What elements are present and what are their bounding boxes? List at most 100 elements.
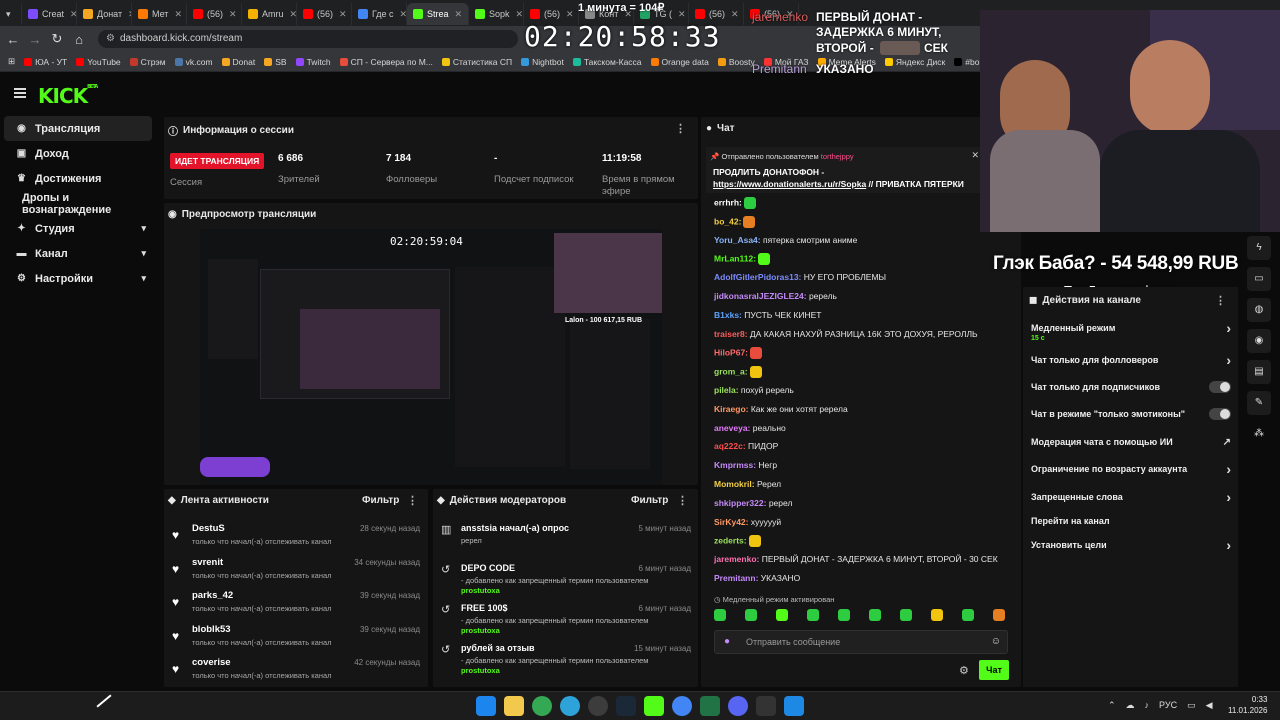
external-link-icon[interactable]: ↗ [1223, 437, 1231, 448]
apps-icon[interactable]: ⊞ [8, 56, 15, 67]
tray-chevron-icon[interactable]: ⌃ [1108, 700, 1116, 711]
capcut-icon[interactable] [756, 696, 776, 716]
close-tab-icon[interactable]: ✕ [70, 9, 76, 20]
toggle-switch[interactable] [1209, 408, 1231, 420]
channel-action-item[interactable]: Медленный режим 15 с › [1031, 320, 1231, 342]
channel-action-item[interactable]: Чат только для подписчиков [1031, 381, 1231, 393]
mod-action-user[interactable]: prostutoxa [461, 626, 500, 635]
bookmark-item[interactable]: YouTube [76, 57, 121, 67]
sidebar-item[interactable]: ◉ Трансляция [4, 116, 152, 141]
emote-icon[interactable] [900, 609, 912, 621]
browser-tab[interactable]: Донат✕ [77, 3, 132, 25]
close-tab-icon[interactable]: ✕ [174, 9, 182, 20]
bookmark-item[interactable]: Стрэм [129, 57, 166, 67]
toggle-switch[interactable] [1209, 381, 1231, 393]
explorer-icon[interactable] [504, 696, 524, 716]
chat-username[interactable]: B1xks: [714, 310, 742, 320]
layout-icon[interactable]: ▤ [1247, 360, 1271, 384]
bookmark-item[interactable]: Boosty [717, 57, 755, 67]
home-icon[interactable]: ⌂ [68, 32, 90, 47]
bookmark-item[interactable]: vk.com [174, 57, 213, 67]
lightning-icon[interactable]: ϟ [1247, 236, 1271, 260]
broadcast-icon[interactable]: ◉ [1247, 329, 1271, 353]
chat-username[interactable]: aq222c: [714, 441, 746, 451]
emote-icon[interactable] [962, 609, 974, 621]
chat-username[interactable]: bo_42: [714, 216, 741, 226]
browser-tab[interactable]: Strea ✕ [407, 3, 469, 25]
activity-more-icon[interactable]: ⋮ [407, 494, 418, 507]
speaker-icon[interactable]: ◀ [1206, 700, 1213, 711]
channel-action-item[interactable]: Чат только для фолловеров › [1031, 352, 1231, 368]
monitor-icon[interactable]: ▭ [1187, 700, 1196, 711]
close-tab-icon[interactable]: ✕ [566, 9, 574, 20]
chat-settings-icon[interactable]: ⚙ [959, 664, 969, 677]
close-tab-icon[interactable]: ✕ [516, 9, 523, 20]
tab-list-button[interactable]: ▾ [0, 3, 22, 25]
emote-icon[interactable] [931, 609, 943, 621]
site-info-icon[interactable]: ⚙ [106, 30, 115, 48]
chat-bubble-icon[interactable]: ◍ [1247, 298, 1271, 322]
emote-icon[interactable] [993, 609, 1005, 621]
chevron-down-icon[interactable]: ▾ [141, 223, 146, 234]
browser-tab[interactable]: (56) ✕ [297, 3, 352, 25]
activity-username[interactable]: DestuS [192, 523, 225, 534]
close-tab-icon[interactable]: ✕ [678, 9, 686, 20]
emote-icon[interactable] [807, 609, 819, 621]
stream-preview-video[interactable]: 02:20:59:04 Lalon - 100 617,15 RUB [200, 229, 662, 485]
bookmark-item[interactable]: Twitch [295, 57, 331, 67]
activity-username[interactable]: svrenit [192, 557, 223, 568]
reload-icon[interactable]: ↻ [46, 31, 68, 47]
sidebar-item[interactable]: ✦ Студия ▾ [4, 216, 152, 241]
activity-username[interactable]: coverise [192, 657, 231, 668]
chat-username[interactable]: MrLan112: [714, 254, 756, 264]
mic-icon[interactable]: ● [724, 636, 730, 647]
channel-action-item[interactable]: Перейти на канал [1031, 516, 1231, 526]
chat-username[interactable]: HiloP67: [714, 348, 748, 358]
mic-tray-icon[interactable]: ♪ [1145, 700, 1150, 711]
app-icon[interactable] [784, 696, 804, 716]
modactions-filter-button[interactable]: Фильтр [631, 495, 668, 506]
modactions-more-icon[interactable]: ⋮ [677, 494, 688, 507]
sidebar-item[interactable]: ♛ Достижения [4, 166, 152, 191]
activity-username[interactable]: parks_42 [192, 590, 233, 601]
chat-username[interactable]: Premitann: [714, 573, 758, 583]
sidebar-item[interactable]: Дропы и вознаграждение [4, 191, 152, 216]
channel-action-item[interactable]: Модерация чата с помощью ИИ ↗ [1031, 437, 1231, 448]
close-tab-icon[interactable]: ✕ [290, 9, 296, 20]
discord-icon[interactable] [728, 696, 748, 716]
chat-username[interactable]: SirKy42: [714, 517, 749, 527]
menu-icon[interactable] [14, 88, 26, 98]
more-options-icon[interactable]: ⋮ [675, 122, 686, 135]
share-icon[interactable]: ⁂ [1247, 422, 1271, 446]
emoji-icon[interactable]: ☺ [991, 636, 1001, 647]
mod-action-user[interactable]: prostutoxa [461, 666, 500, 675]
back-icon[interactable]: ← [2, 32, 24, 47]
kick-app-icon[interactable] [644, 696, 664, 716]
channel-action-item[interactable]: Ограничение по возрасту аккаунта › [1031, 461, 1231, 477]
chevron-right-icon[interactable]: › [1226, 461, 1231, 477]
sidebar-item[interactable]: ▣ Доход [4, 141, 152, 166]
sidebar-item[interactable]: ⚙ Настройки ▾ [4, 266, 152, 291]
channel-actions-more-icon[interactable]: ⋮ [1215, 294, 1226, 307]
chat-username[interactable]: Kmprmss: [714, 460, 756, 470]
browser-tab[interactable]: Где с ✕ [352, 3, 407, 25]
chat-username[interactable]: zederts: [714, 536, 747, 546]
bookmark-item[interactable]: Такском-Касса [572, 57, 642, 67]
channel-action-item[interactable]: Запрещенные слова › [1031, 489, 1231, 505]
unpin-icon[interactable]: ✕ [971, 150, 979, 161]
pinned-link[interactable]: https://www.donationalerts.ru/r/Sopka [713, 179, 866, 189]
chevron-right-icon[interactable]: › [1226, 537, 1231, 553]
clock[interactable]: 0:33 11.01.2026 [1228, 694, 1267, 716]
browser-tab[interactable]: (56) ✕ [187, 3, 242, 25]
browser-icon[interactable] [672, 696, 692, 716]
chat-username[interactable]: AdolfGitlerPidoras13: [714, 272, 801, 282]
sidebar-item[interactable]: ▬ Канал ▾ [4, 241, 152, 266]
chat-input[interactable]: ● Отправить сообщение ☺ [714, 630, 1008, 654]
steam-icon[interactable] [616, 696, 636, 716]
chevron-right-icon[interactable]: › [1226, 352, 1231, 368]
activity-filter-button[interactable]: Фильтр [362, 495, 399, 506]
chat-username[interactable]: jidkonasralJEZIGLE24: [714, 291, 807, 301]
emote-icon[interactable] [838, 609, 850, 621]
chat-username[interactable]: traiser8: [714, 329, 748, 339]
close-tab-icon[interactable]: ✕ [400, 9, 406, 20]
